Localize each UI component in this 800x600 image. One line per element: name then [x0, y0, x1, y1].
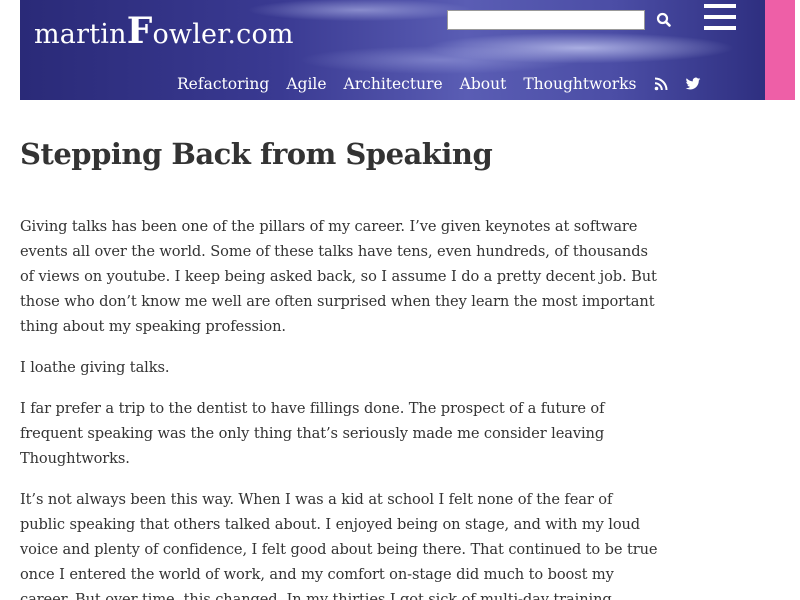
nav-link-about[interactable]: About — [460, 75, 507, 93]
rss-icon — [655, 77, 668, 91]
nav-link-thoughtworks[interactable]: Thoughtworks — [523, 75, 636, 93]
hamburger-menu-button[interactable] — [704, 4, 736, 30]
nav-link-refactoring[interactable]: Refactoring — [177, 75, 269, 93]
search-input[interactable] — [447, 10, 645, 30]
logo-initial: F — [126, 10, 153, 52]
article-title: Stepping Back from Speaking — [20, 137, 493, 171]
article-paragraph: I far prefer a trip to the dentist to ha… — [20, 400, 605, 467]
article-paragraph: I loathe giving talks. — [20, 359, 170, 376]
nav-link-agile[interactable]: Agile — [286, 75, 326, 93]
article-body: Giving talks has been one of the pillars… — [20, 214, 660, 600]
main-nav: Refactoring Agile Architecture About Tho… — [177, 73, 717, 95]
logo-prefix: martin — [34, 19, 127, 50]
article-paragraph: Giving talks has been one of the pillars… — [20, 218, 657, 335]
hamburger-menu-icon-bar — [704, 4, 736, 8]
banner-accent-stripe — [765, 0, 795, 100]
site-logo[interactable]: martinFowler.com — [34, 10, 294, 52]
twitter-icon — [686, 77, 701, 90]
nav-link-architecture[interactable]: Architecture — [344, 75, 443, 93]
rss-link[interactable] — [653, 76, 669, 92]
search-button[interactable] — [654, 10, 674, 30]
twitter-link[interactable] — [685, 76, 701, 92]
article-paragraph: It’s not always been this way. When I wa… — [20, 491, 658, 600]
logo-suffix: owler.com — [152, 19, 294, 50]
site-banner: martinFowler.com Refactoring Agile Archi… — [20, 0, 765, 100]
hamburger-menu-icon-bar — [704, 15, 736, 19]
search-icon — [656, 12, 671, 27]
hamburger-menu-icon-bar — [704, 26, 736, 30]
